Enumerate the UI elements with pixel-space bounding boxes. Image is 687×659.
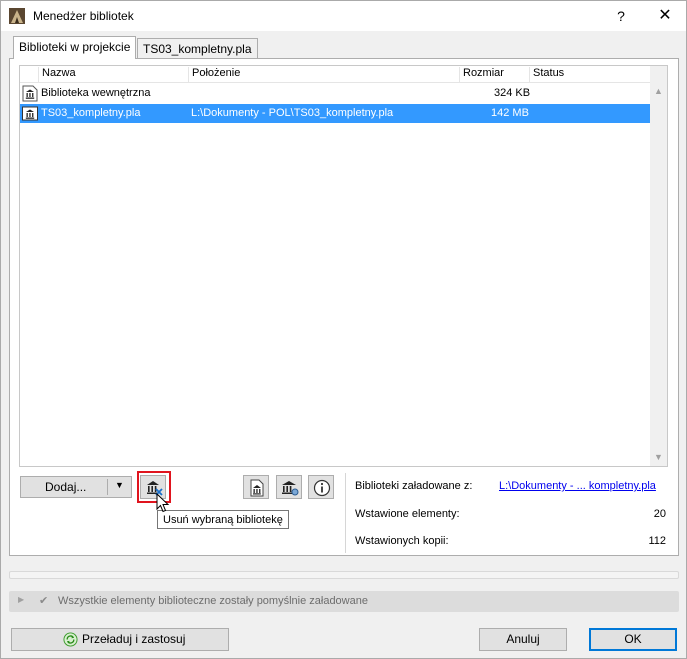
row-location: L:\Dokumenty - POL\TS03_kompletny.pla [191,107,394,119]
checkmark-icon: ✔ [39,595,49,607]
status-message: Wszystkie elementy biblioteczne zostały … [58,595,368,607]
table-row[interactable]: TS03_kompletny.pla L:\Dokumenty - POL\TS… [20,104,650,123]
list-header: Nazwa Położenie Rozmiar Status [20,66,650,83]
mouse-cursor-icon [156,493,170,513]
loaded-from-label: Biblioteki załadowane z: [355,480,473,492]
library-settings-button[interactable] [276,475,302,499]
progress-track [9,571,679,579]
close-button[interactable]: ✕ [646,1,684,31]
placed-elements-label: Wstawione elementy: [355,508,460,520]
placed-copies-value: 112 [648,535,666,547]
dropdown-arrow-icon[interactable]: ▼ [115,480,124,490]
reload-icon [63,632,78,647]
expand-arrow-icon[interactable]: ▶ [18,595,24,604]
add-button-label: Dodaj... [45,480,87,494]
reload-library-button[interactable] [243,475,269,499]
column-header-name[interactable]: Nazwa [38,67,76,83]
row-name: Biblioteka wewnętrzna [41,87,151,99]
info-icon [313,479,331,497]
scroll-up-arrow-icon[interactable]: ▲ [654,86,663,96]
placed-copies-label: Wstawionych kopii: [355,535,449,547]
split-separator [107,479,108,495]
library-manager-dialog: Menedżer bibliotek ? ✕ Biblioteki w proj… [0,0,687,659]
column-header-status[interactable]: Status [529,67,630,83]
library-document-icon [250,479,264,497]
title-bar: Menedżer bibliotek ? ✕ [1,1,686,31]
row-size: 324 KB [494,87,531,99]
add-library-button[interactable]: Dodaj... ▼ [20,476,132,498]
reload-button-label: Przeładuj i zastosuj [82,632,186,646]
window-title: Menedżer bibliotek [33,9,134,23]
library-info-button[interactable] [308,475,334,499]
column-header-location[interactable]: Położenie [188,67,240,83]
cancel-button[interactable]: Anuluj [479,628,567,651]
vertical-divider [345,473,346,553]
column-header-size[interactable]: Rozmiar [459,67,504,83]
tooltip: Usuń wybraną bibliotekę [157,510,289,529]
table-row[interactable]: Biblioteka wewnętrzna 324 KB [20,84,650,103]
library-settings-icon [282,481,299,496]
row-name: TS03_kompletny.pla [41,107,141,119]
help-button[interactable]: ? [604,1,638,31]
list-scrollbar[interactable]: ▲ ▼ [650,66,667,466]
row-size: 142 MB [491,107,529,119]
tab-libraries-in-project[interactable]: Biblioteki w projekcie [13,36,137,59]
tab-ts03-library[interactable]: TS03_kompletny.pla [137,38,258,58]
placed-elements-value: 20 [653,508,666,520]
archicad-app-icon [9,8,25,24]
loaded-from-link[interactable]: L:\Dokumenty - ... kompletny.pla [499,480,656,492]
status-panel[interactable]: ▶ ✔ Wszystkie elementy biblioteczne zost… [9,591,679,612]
scroll-down-arrow-icon[interactable]: ▼ [654,452,663,462]
library-icon [22,85,38,102]
library-list: Nazwa Położenie Rozmiar Status Bibliotek… [19,65,668,467]
library-file-icon [22,106,38,121]
ok-button[interactable]: OK [589,628,677,651]
reload-and-apply-button[interactable]: Przeładuj i zastosuj [11,628,229,651]
